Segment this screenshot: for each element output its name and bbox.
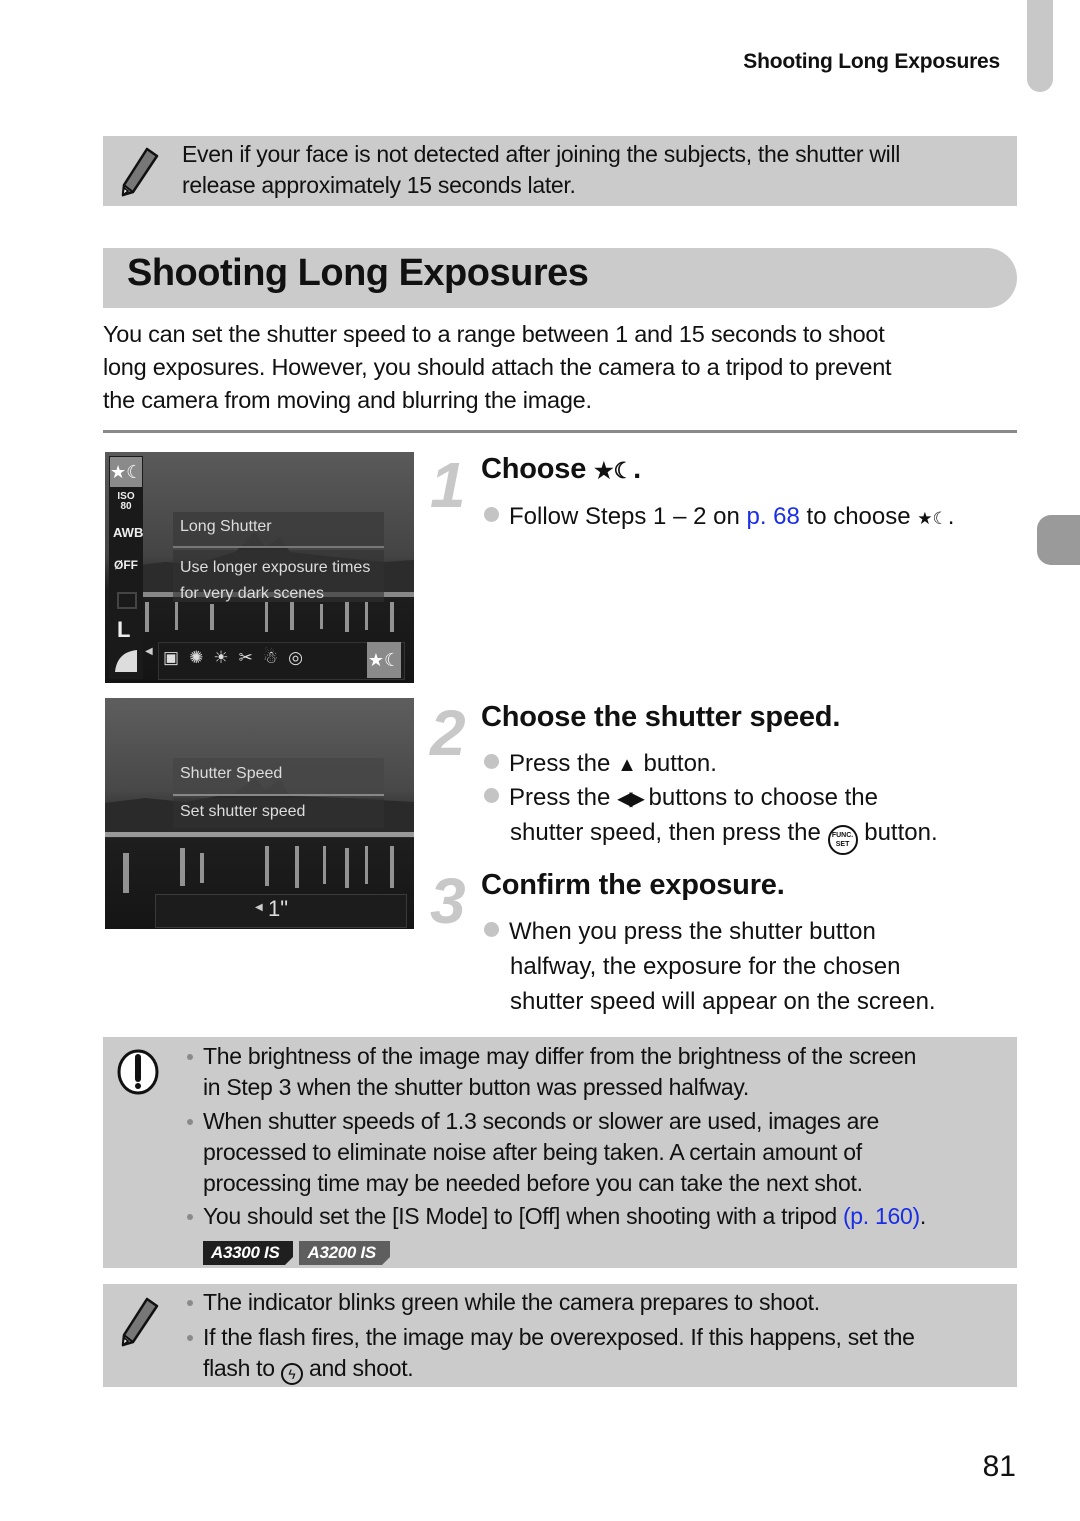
beach-icon[interactable]: ☀ [213,648,228,668]
scroll-left-arrow-icon[interactable]: ◀ [145,646,153,657]
step-2-number: 2 [430,697,466,769]
menu-description: Set shutter speed [180,803,306,820]
my-colors-off-icon[interactable]: ØFF [113,558,139,572]
step-2-bullet-2-continued: shutter speed, then press the FUNC. SET b… [510,815,938,855]
bottom-note-item-2: If the flash fires, the image may be ove… [187,1322,915,1385]
intro-line-1: You can set the shutter speed to a range… [103,321,885,347]
step-3-number: 3 [430,865,466,937]
step-3-title: Confirm the exposure. [481,869,785,901]
bullet-icon [484,507,499,522]
intro-line-2: long exposures. However, you should atta… [103,354,892,380]
model-badge-a3200: A3200 IS [299,1241,391,1265]
caution-item-1: The brightness of the image may differ f… [187,1041,916,1103]
func-set-button-icon: FUNC. SET [827,825,858,855]
camera-screen-long-shutter: ★☾ ISO 80 AWB ØFF L Long Shutter Use long… [105,452,414,683]
top-note-line-1: Even if your face is not detected after … [182,141,901,167]
section-divider [103,430,1017,433]
model-badge-a3300: A3300 IS [203,1241,294,1265]
top-note-line-2: release approximately 15 seconds later. [182,172,576,198]
flash-off-icon: ϟ [280,1363,303,1385]
camera-screen-shutter-speed: Shutter Speed Set shutter speed ◀ 1" [105,698,414,929]
section-title: Shooting Long Exposures [127,252,589,294]
bottom-note: The indicator blinks green while the cam… [103,1284,1017,1387]
bullet-icon [484,754,499,769]
chapter-tab [1027,0,1053,92]
quality-icon[interactable] [115,650,137,672]
awb-icon[interactable]: AWB [113,525,143,540]
top-note: Even if your face is not detected after … [103,136,1017,206]
bottom-note-item-1: The indicator blinks green while the cam… [187,1287,820,1318]
step-2-bullet-1: Press the ▲ button. [484,746,717,783]
caution-item-2: When shutter speeds of 1.3 seconds or sl… [187,1106,879,1199]
caution-icon [117,1049,159,1095]
iso-80-icon[interactable]: ISO 80 [113,492,139,512]
fisheye-icon[interactable]: ◎ [288,648,303,668]
running-head: Shooting Long Exposures [743,50,1000,73]
page-160-link[interactable]: (p. 160) [843,1203,920,1229]
menu-description: Use longer exposure times for very dark … [180,559,371,602]
menu-title: Long Shutter [180,518,272,535]
caution-box: The brightness of the image may differ f… [103,1037,1017,1268]
long-shutter-icon[interactable]: ★☾ [110,457,142,487]
intro-paragraph: You can set the shutter speed to a range… [103,318,1018,417]
drive-single-icon[interactable] [117,592,137,609]
step-2-bullet-2: Press the ◀▶ buttons to choose the [484,780,878,817]
pencil-icon [121,1297,159,1347]
size-large-icon[interactable]: L [117,617,130,643]
long-shutter-selected-icon[interactable]: ★☾ [367,642,401,678]
left-arrow-icon[interactable]: ◀ [255,902,263,913]
page-68-link[interactable]: p. 68 [746,503,799,530]
portrait-smart-icon[interactable]: ▣ [163,648,179,668]
chapter-index-tab [1037,515,1080,565]
foliage-icon[interactable]: ✂ [239,648,253,668]
fireworks-icon[interactable]: ✺ [189,648,203,668]
page-number: 81 [982,1450,1016,1483]
section-title-bar: Shooting Long Exposures [103,248,1017,308]
step-3-bullet: When you press the shutter button halfwa… [484,914,936,1019]
step-2-title: Choose the shutter speed. [481,701,841,733]
long-shutter-icon: ★☾ [917,509,948,528]
step-1-number: 1 [430,449,466,521]
snow-icon[interactable]: ☃ [263,648,278,668]
pencil-icon [121,147,159,197]
intro-line-3: the camera from moving and blurring the … [103,387,592,413]
bullet-icon [484,922,499,937]
left-right-arrows-icon: ◀▶ [617,788,645,810]
long-shutter-icon: ★☾ [594,458,634,483]
up-arrow-icon: ▲ [617,754,637,776]
step-1-bullet: Follow Steps 1 – 2 on p. 68 to choose ★☾… [484,499,954,536]
caution-item-3: You should set the [IS Mode] to [Off] wh… [187,1201,926,1266]
shutter-speed-value: 1" [268,896,289,921]
menu-title: Shutter Speed [180,765,283,782]
step-1-title: Choose ★☾. [481,453,641,485]
bullet-icon [484,788,499,803]
